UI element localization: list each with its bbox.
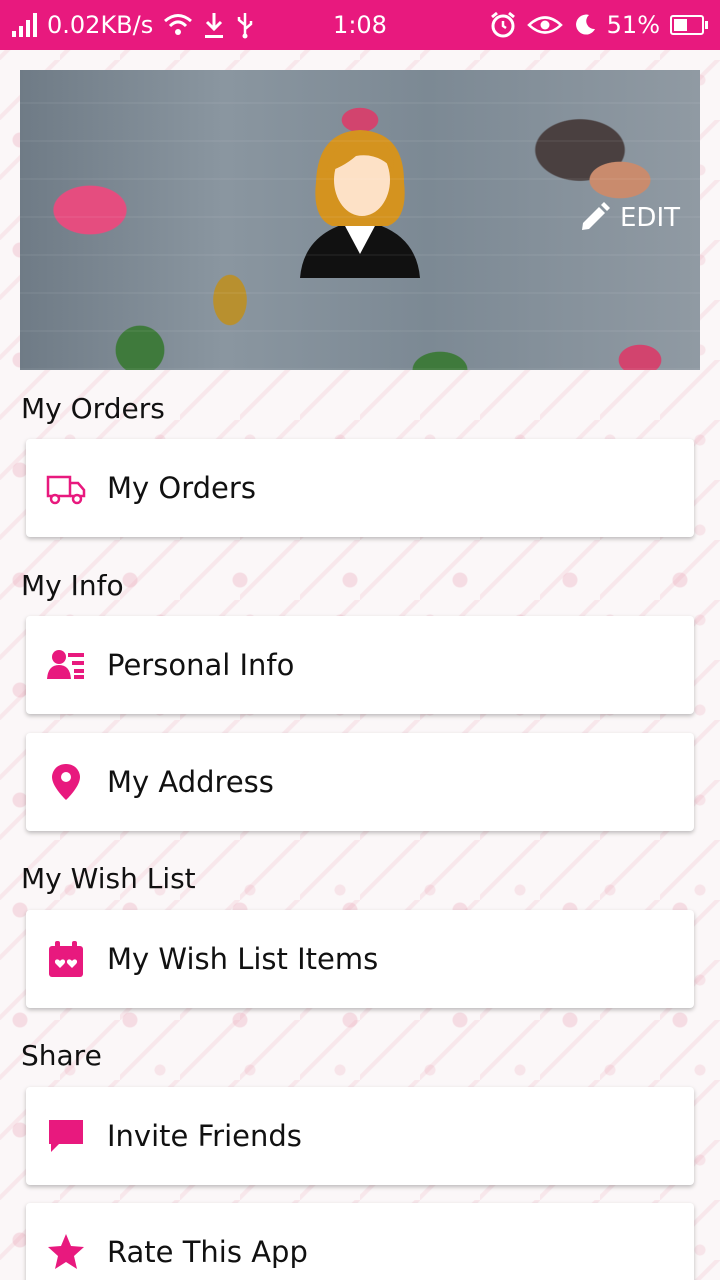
avatar (300, 130, 420, 278)
signal-icon (12, 13, 37, 37)
wifi-icon (164, 14, 193, 35)
usb-icon (237, 13, 253, 39)
status-bar: 0.02KB/s 1:08 51% (0, 0, 720, 50)
menu-item-label: Personal Info (107, 648, 295, 682)
menu-item-label: My Address (107, 765, 274, 799)
star-icon (46, 1232, 86, 1272)
network-speed: 0.02KB/s (47, 11, 154, 39)
menu-item-label: My Wish List Items (107, 942, 379, 976)
eye-icon (526, 16, 563, 34)
wishlist-calendar-icon (46, 939, 86, 979)
truck-icon (46, 468, 86, 508)
pencil-icon (582, 202, 610, 230)
edit-button[interactable]: EDIT (578, 202, 680, 234)
section-title-info: My Info (21, 569, 124, 602)
battery-percent: 51% (606, 11, 660, 39)
battery-icon (670, 15, 708, 35)
edit-label: EDIT (620, 203, 680, 233)
menu-item-my-address[interactable]: My Address (26, 733, 694, 831)
menu-item-label: Invite Friends (107, 1119, 302, 1153)
location-pin-icon (46, 762, 86, 802)
menu-item-personal-info[interactable]: Personal Info (26, 616, 694, 714)
status-right: 51% (489, 11, 708, 39)
menu-item-invite-friends[interactable]: Invite Friends (26, 1087, 694, 1185)
moon-icon (575, 14, 595, 35)
menu-item-rate-app[interactable]: Rate This App (26, 1203, 694, 1280)
menu-item-label: My Orders (107, 471, 256, 505)
personal-info-icon (46, 645, 86, 685)
status-left: 0.02KB/s (12, 11, 255, 39)
section-title-orders: My Orders (21, 392, 165, 425)
menu-item-my-orders[interactable]: My Orders (26, 439, 694, 537)
menu-item-label: Rate This App (107, 1235, 308, 1269)
menu-item-wishlist[interactable]: My Wish List Items (26, 910, 694, 1008)
alarm-icon (490, 11, 515, 38)
download-icon (205, 13, 224, 38)
section-title-share: Share (21, 1039, 102, 1072)
profile-banner: EDIT (20, 70, 700, 370)
chat-bubble-icon (46, 1116, 86, 1156)
section-title-wishlist: My Wish List (21, 862, 196, 895)
